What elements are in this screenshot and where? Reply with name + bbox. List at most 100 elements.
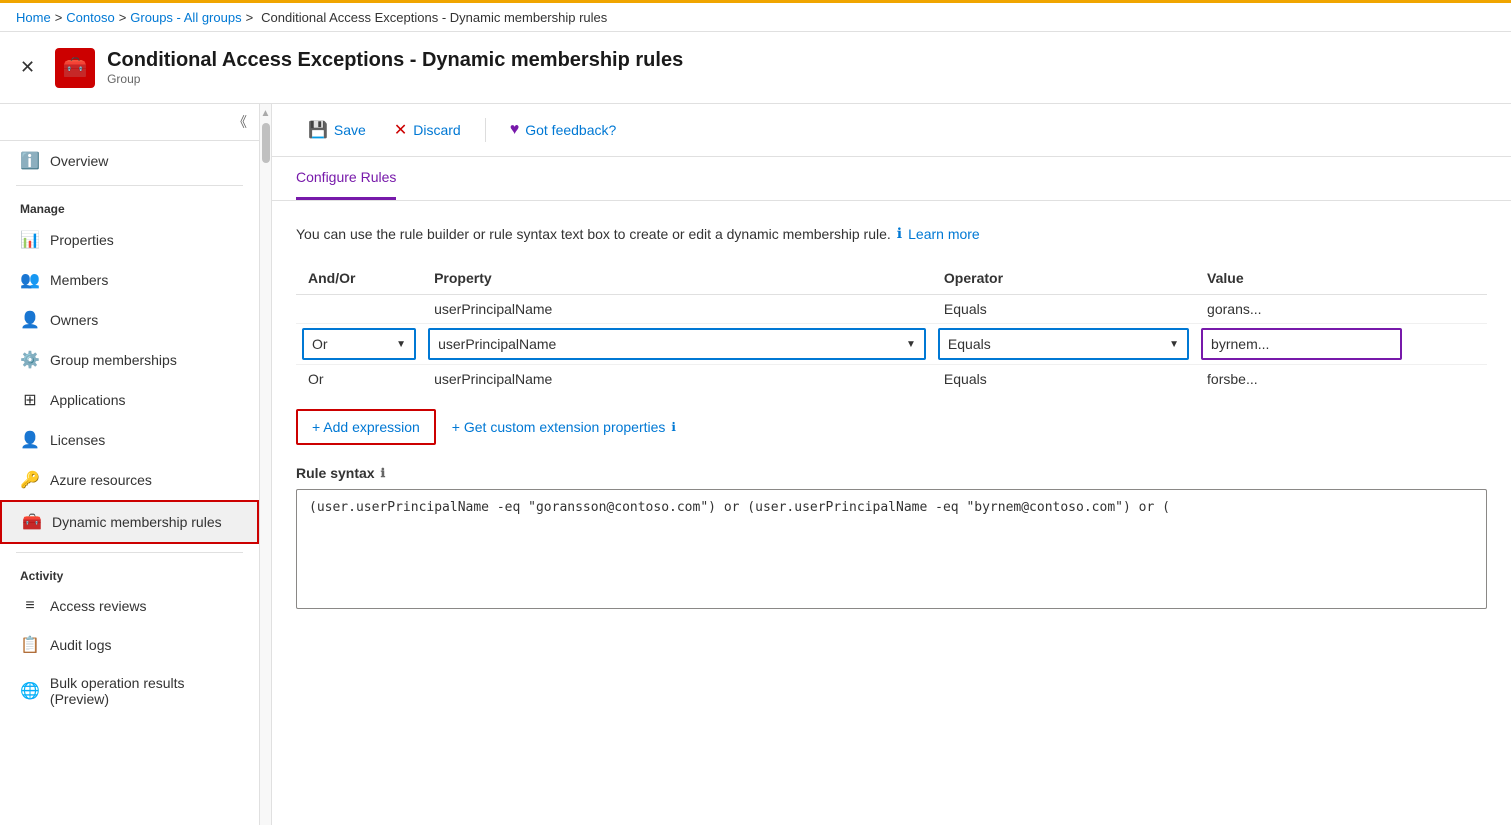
operator-value: Equals [948,336,991,352]
learn-more-link[interactable]: Learn more [908,226,980,242]
save-button[interactable]: 💾 Save [296,114,378,146]
add-expression-label: + Add expression [312,419,420,435]
value-input[interactable] [1201,328,1402,360]
sidebar-licenses-label: Licenses [50,432,105,448]
row3-property: userPrincipalName [422,365,932,394]
row1-operator: Equals [932,295,1195,324]
table-row: Or userPrincipalName Equals forsbe... [296,365,1487,394]
close-button[interactable]: ✕ [16,53,39,82]
rules-table: And/Or Property Operator Value userPrinc… [296,262,1487,393]
rule-syntax-label: Rule syntax ℹ [296,465,1487,481]
content-area: 💾 Save ✕ Discard ♥ Got feedback? Configu… [272,104,1511,825]
row3-value: forsbe... [1195,365,1487,394]
row1-property: userPrincipalName [422,295,932,324]
action-row: + Add expression + Get custom extension … [296,409,1487,445]
scroll-up-arrow[interactable]: ▲ [261,108,271,119]
sidebar-audit-logs-label: Audit logs [50,637,111,653]
row3-operator: Equals [932,365,1195,394]
get-custom-info-icon: ℹ [671,420,676,434]
azure-resources-icon: 🔑 [20,470,40,490]
sidebar-item-access-reviews[interactable]: ≡ Access reviews [0,587,259,625]
breadcrumb-groups[interactable]: Groups - All groups [130,10,241,25]
group-memberships-icon: ⚙️ [20,350,40,370]
main-content: You can use the rule builder or rule syn… [272,201,1511,633]
save-icon: 💾 [308,120,328,140]
property-value: userPrincipalName [438,336,556,352]
sidebar-azure-resources-label: Azure resources [50,472,152,488]
members-icon: 👥 [20,270,40,290]
operator-chevron-icon: ▼ [1169,339,1179,350]
rule-syntax-text: Rule syntax [296,465,375,481]
andor-dropdown[interactable]: Or ▼ [302,328,416,360]
sidebar-item-audit-logs[interactable]: 📋 Audit logs [0,625,259,665]
get-custom-label: + Get custom extension properties [452,419,666,435]
info-icon: ℹ️ [20,151,40,171]
sidebar-item-bulk-operations[interactable]: 🌐 Bulk operation results (Preview) [0,665,259,717]
owners-icon: 👤 [20,310,40,330]
add-expression-button[interactable]: + Add expression [296,409,436,445]
sidebar-properties-label: Properties [50,232,114,248]
discard-label: Discard [413,122,460,138]
property-chevron-icon: ▼ [906,339,916,350]
tabs: Configure Rules [272,157,1511,201]
toolbar: 💾 Save ✕ Discard ♥ Got feedback? [272,104,1511,157]
sidebar-applications-label: Applications [50,392,126,408]
toolbar-divider [485,118,486,142]
manage-section-label: Manage [0,190,259,220]
col-property: Property [422,262,932,295]
sidebar-access-reviews-label: Access reviews [50,598,146,614]
scroll-thumb [262,123,270,163]
col-andor: And/Or [296,262,422,295]
page-title: Conditional Access Exceptions - Dynamic … [107,49,683,72]
sidebar-item-owners[interactable]: 👤 Owners [0,300,259,340]
licenses-icon: 👤 [20,430,40,450]
description-row: You can use the rule builder or rule syn… [296,225,1487,242]
sidebar-item-members[interactable]: 👥 Members [0,260,259,300]
table-row: userPrincipalName Equals gorans... [296,295,1487,324]
sidebar-item-dynamic-membership[interactable]: 🧰 Dynamic membership rules [0,500,259,544]
discard-button[interactable]: ✕ Discard [382,114,473,146]
page-subtitle: Group [107,72,683,86]
description-text: You can use the rule builder or rule syn… [296,226,891,242]
save-label: Save [334,122,366,138]
operator-dropdown[interactable]: Equals ▼ [938,328,1189,360]
breadcrumb: Home > Contoso > Groups - All groups > C… [0,0,1511,32]
sidebar-bulk-operations-label: Bulk operation results (Preview) [50,675,239,707]
rule-syntax-box[interactable]: (user.userPrincipalName -eq "goransson@c… [296,489,1487,609]
discard-icon: ✕ [394,120,407,140]
sidebar-item-properties[interactable]: 📊 Properties [0,220,259,260]
col-operator: Operator [932,262,1195,295]
page-header: ✕ 🧰 Conditional Access Exceptions - Dyna… [0,32,1511,104]
sidebar-overview-label: Overview [50,153,108,169]
breadcrumb-current: Conditional Access Exceptions - Dynamic … [261,10,607,25]
get-custom-button[interactable]: + Get custom extension properties ℹ [452,419,676,435]
sidebar-item-licenses[interactable]: 👤 Licenses [0,420,259,460]
andor-value: Or [312,336,328,352]
andor-chevron-icon: ▼ [396,339,406,350]
feedback-icon: ♥ [510,121,520,139]
description-info-icon: ℹ [897,225,902,242]
access-reviews-icon: ≡ [20,597,40,615]
sidebar-group-memberships-label: Group memberships [50,352,177,368]
table-row-editing: Or ▼ userPrincipalName ▼ [296,324,1487,365]
dynamic-membership-icon: 🧰 [22,512,42,532]
sidebar: 《 ℹ️ Overview Manage 📊 Properties 👥 Memb… [0,104,260,825]
sidebar-members-label: Members [50,272,108,288]
sidebar-dynamic-membership-label: Dynamic membership rules [52,514,222,530]
feedback-button[interactable]: ♥ Got feedback? [498,115,629,145]
sidebar-item-azure-resources[interactable]: 🔑 Azure resources [0,460,259,500]
sidebar-item-applications[interactable]: ⊞ Applications [0,380,259,420]
rule-syntax-info-icon: ℹ [381,466,386,480]
property-dropdown[interactable]: userPrincipalName ▼ [428,328,926,360]
applications-icon: ⊞ [20,390,40,410]
sidebar-item-group-memberships[interactable]: ⚙️ Group memberships [0,340,259,380]
sidebar-item-overview[interactable]: ℹ️ Overview [0,141,259,181]
breadcrumb-contoso[interactable]: Contoso [66,10,114,25]
row1-value: gorans... [1195,295,1487,324]
tab-configure-rules[interactable]: Configure Rules [296,157,396,200]
bulk-operations-icon: 🌐 [20,681,40,701]
breadcrumb-home[interactable]: Home [16,10,51,25]
page-icon: 🧰 [55,48,95,88]
collapse-icon[interactable]: 《 [233,112,247,132]
row1-andor [296,295,422,324]
